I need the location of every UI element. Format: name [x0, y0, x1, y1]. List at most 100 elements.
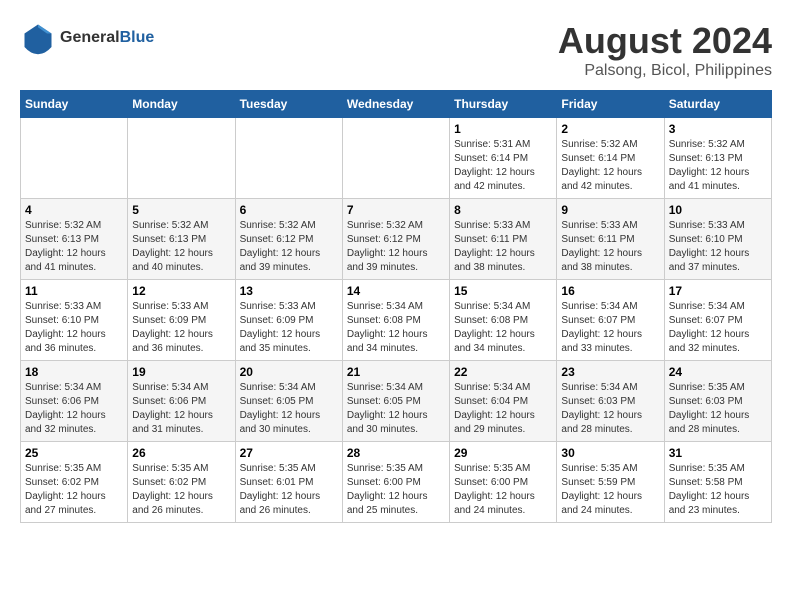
day-number: 22	[454, 365, 552, 379]
calendar-week-4: 18 Sunrise: 5:34 AMSunset: 6:06 PMDayligh…	[21, 361, 772, 442]
day-number: 4	[25, 203, 123, 217]
day-number: 29	[454, 446, 552, 460]
day-number: 3	[669, 122, 767, 136]
calendar-cell: 19 Sunrise: 5:34 AMSunset: 6:06 PMDayligh…	[128, 361, 235, 442]
day-number: 5	[132, 203, 230, 217]
day-number: 1	[454, 122, 552, 136]
day-number: 24	[669, 365, 767, 379]
day-number: 20	[240, 365, 338, 379]
calendar-cell: 4 Sunrise: 5:32 AMSunset: 6:13 PMDaylight…	[21, 199, 128, 280]
day-number: 27	[240, 446, 338, 460]
calendar-cell: 7Sunrise: 5:32 AMSunset: 6:12 PMDaylight…	[342, 199, 449, 280]
day-number: 25	[25, 446, 123, 460]
calendar-cell	[235, 118, 342, 199]
day-number: 23	[561, 365, 659, 379]
day-number: 16	[561, 284, 659, 298]
calendar-cell: 27 Sunrise: 5:35 AMSunset: 6:01 PMDayligh…	[235, 442, 342, 523]
day-info: Sunrise: 5:34 AMSunset: 6:07 PMDaylight:…	[561, 300, 659, 356]
day-info: Sunrise: 5:32 AMSunset: 6:12 PMDaylight:…	[347, 219, 445, 275]
day-info: Sunrise: 5:32 AMSunset: 6:13 PMDaylight:…	[25, 219, 123, 275]
location: Palsong, Bicol, Philippines	[558, 62, 772, 80]
calendar-cell: 15Sunrise: 5:34 AMSunset: 6:08 PMDayligh…	[450, 280, 557, 361]
calendar-cell	[21, 118, 128, 199]
calendar-cell	[342, 118, 449, 199]
calendar-cell: 1 Sunrise: 5:31 AMSunset: 6:14 PMDaylight…	[450, 118, 557, 199]
day-info: Sunrise: 5:35 AMSunset: 6:01 PMDaylight:…	[240, 462, 338, 518]
logo-text: GeneralBlue	[60, 29, 154, 47]
day-number: 10	[669, 203, 767, 217]
calendar-cell: 9 Sunrise: 5:33 AMSunset: 6:11 PMDaylight…	[557, 199, 664, 280]
calendar-week-1: 1 Sunrise: 5:31 AMSunset: 6:14 PMDaylight…	[21, 118, 772, 199]
day-number: 13	[240, 284, 338, 298]
weekday-header-friday: Friday	[557, 91, 664, 118]
day-info: Sunrise: 5:34 AMSunset: 6:04 PMDaylight:…	[454, 381, 552, 437]
calendar-cell: 8 Sunrise: 5:33 AMSunset: 6:11 PMDaylight…	[450, 199, 557, 280]
day-info: Sunrise: 5:34 AMSunset: 6:07 PMDaylight:…	[669, 300, 767, 356]
day-info: Sunrise: 5:32 AMSunset: 6:13 PMDaylight:…	[132, 219, 230, 275]
day-number: 9	[561, 203, 659, 217]
day-info: Sunrise: 5:35 AMSunset: 6:00 PMDaylight:…	[454, 462, 552, 518]
logo-icon	[20, 20, 56, 56]
calendar-cell: 5 Sunrise: 5:32 AMSunset: 6:13 PMDaylight…	[128, 199, 235, 280]
day-number: 17	[669, 284, 767, 298]
day-number: 8	[454, 203, 552, 217]
weekday-header-wednesday: Wednesday	[342, 91, 449, 118]
calendar-week-3: 11Sunrise: 5:33 AMSunset: 6:10 PMDayligh…	[21, 280, 772, 361]
day-info: Sunrise: 5:33 AMSunset: 6:11 PMDaylight:…	[454, 219, 552, 275]
calendar-cell: 14 Sunrise: 5:34 AMSunset: 6:08 PMDayligh…	[342, 280, 449, 361]
day-info: Sunrise: 5:34 AMSunset: 6:05 PMDaylight:…	[240, 381, 338, 437]
day-number: 15	[454, 284, 552, 298]
day-number: 12	[132, 284, 230, 298]
calendar-cell: 20 Sunrise: 5:34 AMSunset: 6:05 PMDayligh…	[235, 361, 342, 442]
day-info: Sunrise: 5:34 AMSunset: 6:08 PMDaylight:…	[347, 300, 445, 356]
calendar-cell	[128, 118, 235, 199]
calendar-cell: 17 Sunrise: 5:34 AMSunset: 6:07 PMDayligh…	[664, 280, 771, 361]
calendar-cell: 22 Sunrise: 5:34 AMSunset: 6:04 PMDayligh…	[450, 361, 557, 442]
weekday-header-row: SundayMondayTuesdayWednesdayThursdayFrid…	[21, 91, 772, 118]
day-number: 19	[132, 365, 230, 379]
calendar-cell: 16 Sunrise: 5:34 AMSunset: 6:07 PMDayligh…	[557, 280, 664, 361]
calendar-cell: 28 Sunrise: 5:35 AMSunset: 6:00 PMDayligh…	[342, 442, 449, 523]
calendar-week-2: 4 Sunrise: 5:32 AMSunset: 6:13 PMDaylight…	[21, 199, 772, 280]
calendar-cell: 30 Sunrise: 5:35 AMSunset: 5:59 PMDayligh…	[557, 442, 664, 523]
calendar-cell: 25 Sunrise: 5:35 AMSunset: 6:02 PMDayligh…	[21, 442, 128, 523]
calendar-cell: 18 Sunrise: 5:34 AMSunset: 6:06 PMDayligh…	[21, 361, 128, 442]
day-number: 21	[347, 365, 445, 379]
calendar-cell: 6Sunrise: 5:32 AMSunset: 6:12 PMDaylight…	[235, 199, 342, 280]
logo: GeneralBlue	[20, 20, 154, 56]
calendar-cell: 11Sunrise: 5:33 AMSunset: 6:10 PMDayligh…	[21, 280, 128, 361]
calendar-cell: 3 Sunrise: 5:32 AMSunset: 6:13 PMDaylight…	[664, 118, 771, 199]
calendar-cell: 29 Sunrise: 5:35 AMSunset: 6:00 PMDayligh…	[450, 442, 557, 523]
day-info: Sunrise: 5:35 AMSunset: 6:03 PMDaylight:…	[669, 381, 767, 437]
day-info: Sunrise: 5:34 AMSunset: 6:06 PMDaylight:…	[132, 381, 230, 437]
calendar-cell: 2Sunrise: 5:32 AMSunset: 6:14 PMDaylight…	[557, 118, 664, 199]
day-number: 30	[561, 446, 659, 460]
day-number: 31	[669, 446, 767, 460]
calendar-cell: 12 Sunrise: 5:33 AMSunset: 6:09 PMDayligh…	[128, 280, 235, 361]
day-number: 26	[132, 446, 230, 460]
calendar-table: SundayMondayTuesdayWednesdayThursdayFrid…	[20, 90, 772, 523]
calendar-cell: 13Sunrise: 5:33 AMSunset: 6:09 PMDayligh…	[235, 280, 342, 361]
weekday-header-tuesday: Tuesday	[235, 91, 342, 118]
calendar-cell: 10Sunrise: 5:33 AMSunset: 6:10 PMDayligh…	[664, 199, 771, 280]
day-info: Sunrise: 5:31 AMSunset: 6:14 PMDaylight:…	[454, 138, 552, 194]
day-info: Sunrise: 5:35 AMSunset: 5:59 PMDaylight:…	[561, 462, 659, 518]
day-info: Sunrise: 5:34 AMSunset: 6:03 PMDaylight:…	[561, 381, 659, 437]
day-info: Sunrise: 5:34 AMSunset: 6:05 PMDaylight:…	[347, 381, 445, 437]
day-info: Sunrise: 5:34 AMSunset: 6:06 PMDaylight:…	[25, 381, 123, 437]
day-number: 14	[347, 284, 445, 298]
title-block: August 2024 Palsong, Bicol, Philippines	[558, 20, 772, 80]
day-number: 2	[561, 122, 659, 136]
day-info: Sunrise: 5:35 AMSunset: 6:02 PMDaylight:…	[25, 462, 123, 518]
day-info: Sunrise: 5:35 AMSunset: 6:00 PMDaylight:…	[347, 462, 445, 518]
day-info: Sunrise: 5:33 AMSunset: 6:11 PMDaylight:…	[561, 219, 659, 275]
day-number: 28	[347, 446, 445, 460]
day-info: Sunrise: 5:35 AMSunset: 5:58 PMDaylight:…	[669, 462, 767, 518]
day-number: 18	[25, 365, 123, 379]
day-info: Sunrise: 5:32 AMSunset: 6:13 PMDaylight:…	[669, 138, 767, 194]
day-info: Sunrise: 5:33 AMSunset: 6:09 PMDaylight:…	[132, 300, 230, 356]
page-header: GeneralBlue August 2024 Palsong, Bicol, …	[20, 20, 772, 80]
month-year: August 2024	[558, 20, 772, 62]
calendar-cell: 31 Sunrise: 5:35 AMSunset: 5:58 PMDayligh…	[664, 442, 771, 523]
calendar-cell: 24 Sunrise: 5:35 AMSunset: 6:03 PMDayligh…	[664, 361, 771, 442]
